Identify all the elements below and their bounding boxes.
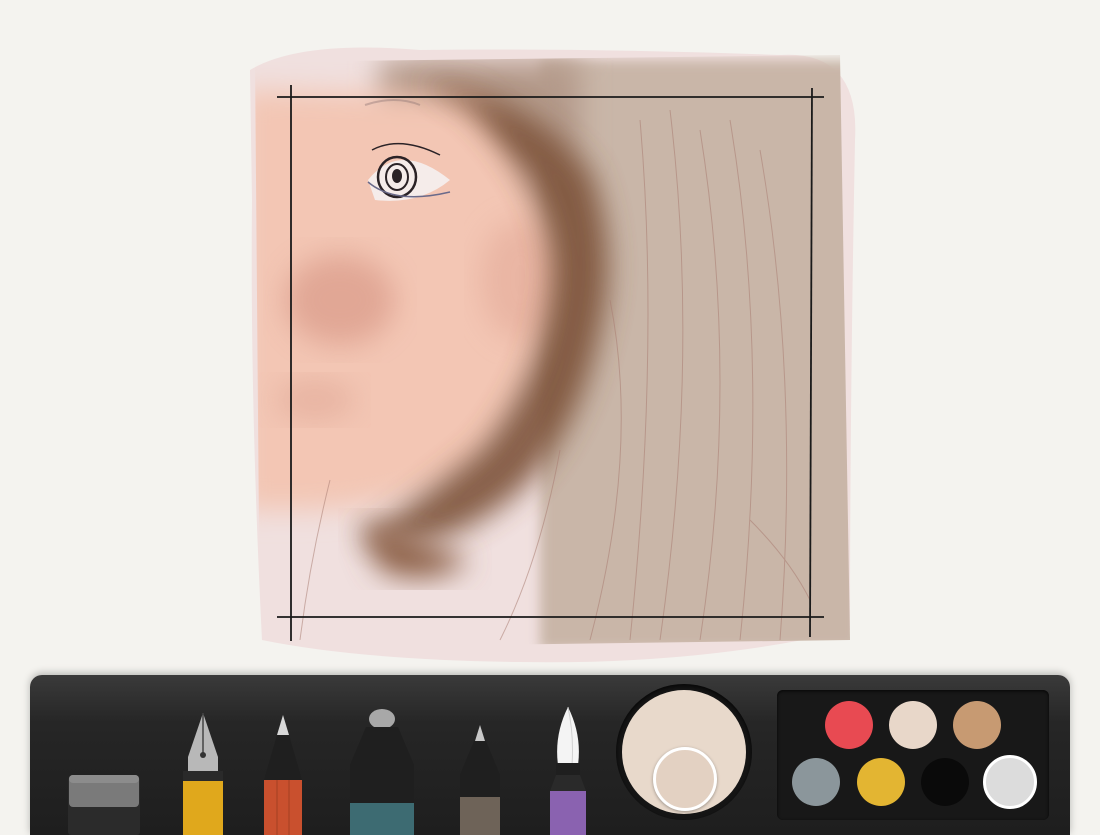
color-mixer-button[interactable] (616, 684, 752, 820)
palette-swatch-3[interactable] (953, 701, 1001, 749)
palette-swatch-7[interactable] (983, 755, 1037, 809)
palette-swatch-5[interactable] (857, 758, 905, 806)
marker-tool[interactable] (348, 705, 416, 835)
color-palette (777, 690, 1049, 820)
secondary-color-swatch (653, 747, 717, 811)
palette-swatch-6[interactable] (921, 758, 969, 806)
pencil-tool[interactable] (262, 705, 304, 835)
fineliner-icon (460, 725, 500, 835)
fountain-pen-tool[interactable] (182, 695, 224, 835)
palette-swatch-1[interactable] (825, 701, 873, 749)
marker-icon (350, 709, 414, 835)
fineliner-tool[interactable] (458, 705, 502, 835)
drawing-canvas[interactable] (0, 0, 1100, 670)
tool-tray (30, 675, 1070, 835)
palette-swatch-2[interactable] (889, 701, 937, 749)
brush-tool[interactable] (546, 695, 590, 835)
painting (250, 47, 856, 663)
brush-icon (550, 706, 586, 835)
eraser-icon (68, 775, 140, 835)
palette-swatch-4[interactable] (792, 758, 840, 806)
eraser-tool[interactable] (66, 725, 144, 835)
pencil-icon (264, 715, 302, 835)
fountain-pen-icon (183, 713, 223, 835)
